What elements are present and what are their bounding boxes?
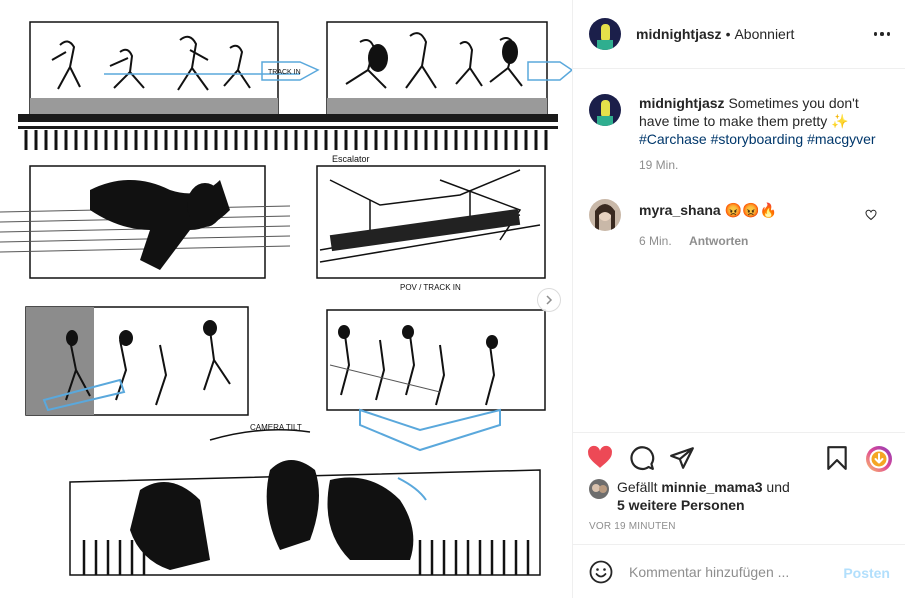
chevron-right-icon [546,295,553,305]
post-comment-button[interactable]: Posten [843,565,890,581]
add-comment-bar: Posten [573,544,905,598]
post-media[interactable]: TRACK IN Escalator POV / TRACK IN CAMERA… [0,0,572,598]
comment-input[interactable] [629,562,829,582]
heart-filled-icon [588,445,612,468]
svg-text:Escalator: Escalator [332,154,370,164]
paper-plane-icon [670,447,694,469]
storyboard-image: TRACK IN Escalator POV / TRACK IN CAMERA… [0,0,572,598]
save-button[interactable] [824,445,850,474]
caption-avatar[interactable] [589,94,621,126]
caption-text: midnightjasz Sometimes you don't have ti… [639,94,889,148]
post-panel: midnightjasz • Abonniert midnightjasz So… [572,0,905,598]
comment-like-button[interactable] [865,208,877,224]
svg-text:POV / TRACK IN: POV / TRACK IN [400,283,461,292]
action-bar [573,432,905,482]
smiley-icon [589,560,613,584]
likes-line-1: Gefällt minnie_mama3 und [617,478,790,496]
comment-button[interactable] [629,445,655,474]
svg-text:CAMERA TILT: CAMERA TILT [250,423,302,432]
caption-username[interactable]: midnightjasz [639,95,725,111]
comment-meta: 6 Min. Antworten [639,234,748,248]
header-separator: • [725,26,731,42]
liker-username[interactable]: minnie_mama3 [661,479,762,495]
share-button[interactable] [669,445,695,474]
post-username[interactable]: midnightjasz [636,26,722,42]
heart-outline-icon [865,209,877,221]
hashtag-link[interactable]: #storyboarding [711,131,804,147]
avatar[interactable] [589,18,621,50]
likes-conjunction: und [766,479,790,495]
emoji-button[interactable] [589,560,613,587]
svg-text:TRACK IN: TRACK IN [268,69,301,76]
boost-button[interactable] [865,445,893,476]
speech-bubble-icon [630,446,655,470]
caption-time[interactable]: 19 Min. [639,158,678,172]
more-horizontal-icon[interactable] [874,27,890,41]
likes-prefix: Gefällt [617,479,658,495]
next-image-button[interactable] [537,288,561,312]
comment-text: myra_shana 😡😡🔥 [639,201,777,219]
post-timestamp[interactable]: VOR 19 MINUTEN [589,521,676,532]
follow-status[interactable]: Abonniert [734,26,794,42]
post-header: midnightjasz • Abonniert [573,0,905,69]
hashtag-link[interactable]: #macgyver [807,131,875,147]
bookmark-icon [827,446,847,470]
download-circle-icon [866,446,892,472]
comment-time[interactable]: 6 Min. [639,234,672,248]
comment-avatar[interactable] [589,199,621,231]
comment-username[interactable]: myra_shana [639,202,721,218]
likes-others[interactable]: 5 weitere Personen [617,496,745,514]
hashtag-link[interactable]: #Carchase [639,131,707,147]
liker-avatar[interactable] [589,479,609,499]
reply-button[interactable]: Antworten [689,234,748,248]
comment-body: 😡😡🔥 [724,202,777,218]
like-button[interactable] [587,445,613,472]
